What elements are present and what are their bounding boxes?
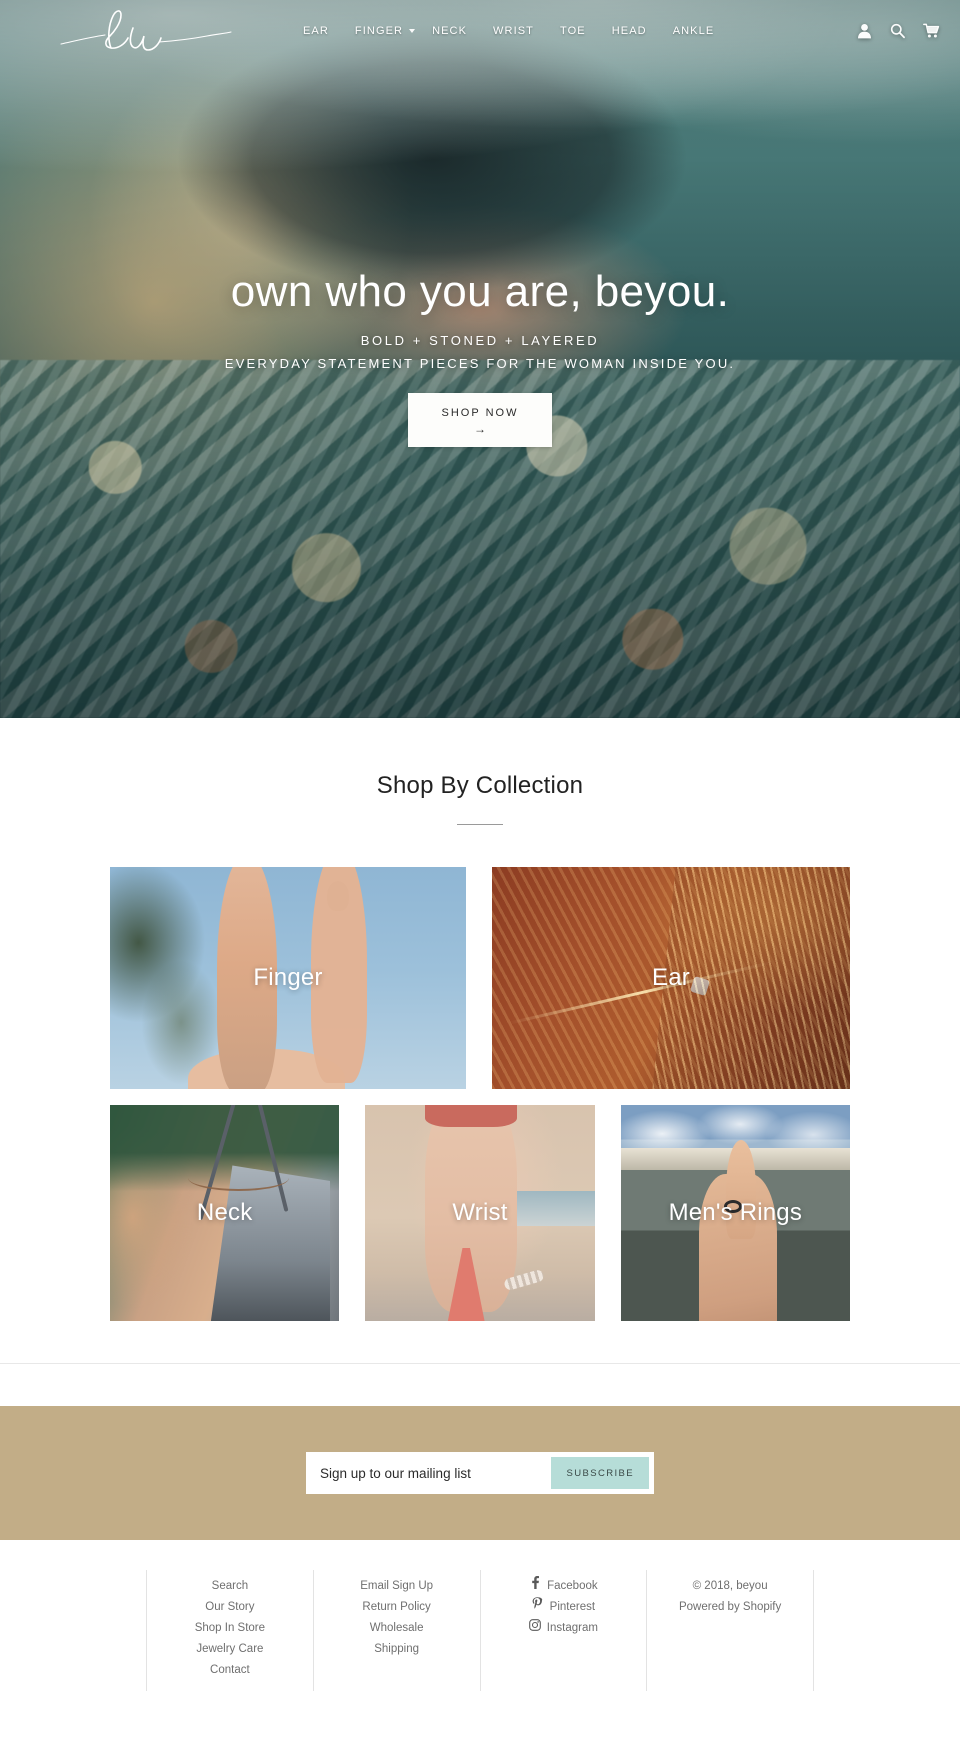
- footer-column-copyright: © 2018, beyou Powered by Shopify: [646, 1570, 814, 1691]
- footer-link-shop-in-store[interactable]: Shop In Store: [155, 1618, 305, 1639]
- nav-link-label[interactable]: HEAD: [599, 19, 660, 43]
- header-icon-group: [857, 23, 944, 39]
- instagram-icon: [528, 1618, 541, 1639]
- newsletter-form: SUBSCRIBE: [306, 1452, 654, 1494]
- footer-link-jewelry-care[interactable]: Jewelry Care: [155, 1639, 305, 1660]
- nav-link-label[interactable]: FINGER: [342, 19, 416, 43]
- footer-link-pinterest[interactable]: Pinterest: [489, 1597, 639, 1618]
- footer-link-shipping[interactable]: Shipping: [322, 1639, 472, 1660]
- facebook-icon: [529, 1576, 541, 1597]
- nav-link-label[interactable]: EAR: [290, 19, 342, 43]
- nav-item-finger[interactable]: FINGER: [342, 19, 419, 43]
- nav-item-ankle[interactable]: ANKLE: [660, 19, 728, 43]
- footer-link-label: Facebook: [547, 1580, 598, 1592]
- search-icon[interactable]: [890, 23, 905, 39]
- nav-item-toe[interactable]: TOE: [547, 19, 599, 43]
- collection-card-label: Ear: [652, 964, 690, 991]
- footer-link-our-story[interactable]: Our Story: [155, 1597, 305, 1618]
- arrow-right-icon: →: [473, 422, 486, 437]
- site-footer: Search Our Story Shop In Store Jewelry C…: [0, 1540, 960, 1717]
- pinterest-icon: [532, 1597, 544, 1618]
- footer-link-label: Pinterest: [549, 1601, 596, 1613]
- hero-banner: EAR FINGER NECK WRIST TOE HEAD ANKLE own…: [0, 0, 960, 718]
- nav-item-ear[interactable]: EAR: [290, 19, 342, 43]
- collection-card-label: Wrist: [452, 1199, 508, 1226]
- site-header: EAR FINGER NECK WRIST TOE HEAD ANKLE: [0, 0, 960, 62]
- footer-link-search[interactable]: Search: [155, 1576, 305, 1597]
- cart-icon[interactable]: [923, 23, 940, 39]
- collection-card-finger[interactable]: Finger: [110, 867, 466, 1089]
- collection-card-mens-rings[interactable]: Men's Rings: [620, 1105, 850, 1321]
- main-navigation: EAR FINGER NECK WRIST TOE HEAD ANKLE: [290, 19, 857, 43]
- collection-grid: Finger Ear Neck Wrist Men's Rings: [110, 867, 850, 1321]
- nav-link-label[interactable]: NECK: [419, 19, 480, 43]
- hero-title: own who you are, beyou.: [230, 267, 730, 316]
- collection-card-label: Neck: [196, 1199, 253, 1226]
- footer-link-wholesale[interactable]: Wholesale: [322, 1618, 472, 1639]
- collection-card-wrist[interactable]: Wrist: [365, 1105, 595, 1321]
- hero-copy: own who you are, beyou. BOLD + STONED + …: [0, 267, 960, 448]
- collection-card-ear[interactable]: Ear: [492, 867, 850, 1089]
- nav-link-label[interactable]: WRIST: [480, 19, 547, 43]
- newsletter-email-input[interactable]: [306, 1452, 552, 1494]
- copyright-text: © 2018, beyou: [692, 1580, 768, 1592]
- footer-link-return-policy[interactable]: Return Policy: [322, 1597, 472, 1618]
- hero-subtitle-primary: BOLD + STONED + LAYERED: [360, 333, 600, 349]
- powered-by-text: Powered by Shopify: [678, 1601, 782, 1613]
- nav-item-neck[interactable]: NECK: [419, 19, 480, 43]
- subscribe-button[interactable]: SUBSCRIBE: [551, 1457, 649, 1489]
- footer-link-label: Instagram: [546, 1622, 598, 1634]
- shop-by-collection-section: Shop By Collection Finger Ear Neck Wrist…: [0, 718, 960, 1364]
- footer-column-support: Email Sign Up Return Policy Wholesale Sh…: [312, 1570, 480, 1691]
- site-logo[interactable]: [0, 0, 290, 62]
- hero-subtitle-secondary: EVERYDAY STATEMENT PIECES FOR THE WOMAN …: [224, 356, 736, 372]
- footer-link-instagram[interactable]: Instagram: [489, 1618, 639, 1639]
- footer-columns: Search Our Story Shop In Store Jewelry C…: [146, 1570, 814, 1691]
- footer-link-email-sign-up[interactable]: Email Sign Up: [322, 1576, 472, 1597]
- collection-card-label: Men's Rings: [668, 1199, 803, 1226]
- title-divider: [457, 824, 503, 825]
- footer-column-primary: Search Our Story Shop In Store Jewelry C…: [146, 1570, 313, 1691]
- collection-card-neck[interactable]: Neck: [110, 1105, 340, 1321]
- account-icon[interactable]: [857, 23, 872, 39]
- beyou-script-logo-icon: [60, 10, 232, 51]
- footer-link-contact[interactable]: Contact: [155, 1660, 305, 1681]
- newsletter-section: SUBSCRIBE: [0, 1406, 960, 1540]
- footer-link-facebook[interactable]: Facebook: [489, 1576, 639, 1597]
- collection-row-1: Finger Ear: [110, 867, 850, 1089]
- section-title: Shop By Collection: [376, 772, 584, 799]
- collection-row-2: Neck Wrist Men's Rings: [110, 1105, 850, 1321]
- footer-column-social: Facebook Pinterest Instagram: [479, 1570, 647, 1691]
- chevron-down-icon[interactable]: [409, 29, 416, 33]
- shop-now-label: SHOP NOW: [441, 407, 519, 420]
- shop-now-button[interactable]: SHOP NOW →: [407, 393, 553, 448]
- collection-card-label: Finger: [253, 964, 323, 991]
- nav-link-label[interactable]: ANKLE: [660, 19, 728, 43]
- section-divider: [0, 1363, 960, 1364]
- nav-link-label[interactable]: TOE: [547, 19, 599, 43]
- nav-item-head[interactable]: HEAD: [599, 19, 660, 43]
- nav-item-wrist[interactable]: WRIST: [480, 19, 547, 43]
